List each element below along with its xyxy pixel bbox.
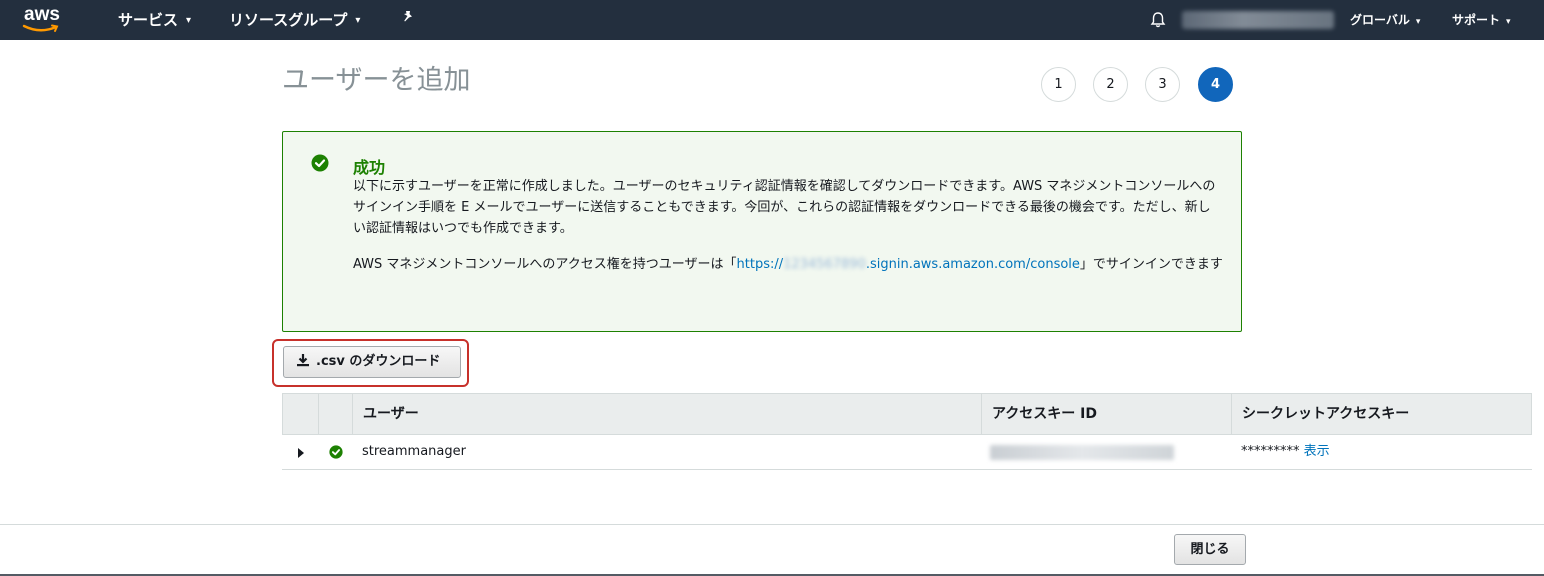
user-name-cell: streammanager [362,444,466,459]
close-button[interactable]: 閉じる [1174,534,1246,565]
secret-key-cell: ********* 表示 [1241,435,1330,469]
region-label: グローバル [1350,13,1410,27]
chevron-down-icon: ▾ [355,14,361,26]
column-header-access-key-id[interactable]: アクセスキー ID [982,394,1232,434]
account-id-redacted: 1234567890 [783,257,866,272]
success-message: 以下に示すユーザーを正常に作成しました。ユーザーのセキュリティ認証情報を確認して… [353,179,1216,236]
table-header: ユーザー アクセスキー ID シークレットアクセスキー [282,393,1532,435]
chevron-down-icon: ▾ [1415,17,1421,27]
access-key-id-redacted [990,445,1174,460]
top-nav: aws サービス ▾ リソースグループ ▾ グローバル ▾ サポート ▾ [0,0,1544,40]
step-3[interactable]: 3 [1145,67,1180,102]
step-4-active[interactable]: 4 [1198,67,1233,102]
column-header-secret-key[interactable]: シークレットアクセスキー [1232,394,1531,434]
support-label: サポート [1452,13,1501,27]
chevron-down-icon: ▾ [186,14,192,26]
check-circle-icon [311,154,329,172]
download-icon [297,354,309,367]
download-csv-button[interactable]: .csv のダウンロード [283,346,461,378]
success-title: 成功 [353,158,386,177]
show-secret-link[interactable]: 表示 [1304,444,1330,459]
aws-logo-text: aws [24,4,60,25]
console-signin-message: AWS マネジメントコンソールへのアクセス権を持つユーザーは「https://1… [353,254,1223,275]
resource-groups-label: リソースグループ [229,11,348,29]
services-menu[interactable]: サービス ▾ [118,0,191,40]
link-end: .signin.aws.amazon.com/console [865,257,1080,272]
link-start: https:// [736,257,784,272]
aws-logo[interactable]: aws [22,4,66,36]
step-2[interactable]: 2 [1093,67,1128,102]
expand-caret-icon[interactable] [297,448,305,458]
check-circle-icon [329,445,343,459]
account-menu-redacted[interactable] [1182,11,1334,29]
console-prefix: AWS マネジメントコンソールへのアクセス権を持つユーザーは「 [353,257,737,272]
region-menu[interactable]: グローバル ▾ [1350,0,1420,40]
footer-divider [0,524,1544,525]
status-column-header [319,394,353,434]
support-menu[interactable]: サポート ▾ [1452,0,1511,40]
services-label: サービス [118,11,179,29]
expand-column-header [283,394,319,434]
resource-groups-menu[interactable]: リソースグループ ▾ [229,0,360,40]
page-title: ユーザーを追加 [282,65,471,96]
success-alert: 成功 以下に示すユーザーを正常に作成しました。ユーザーのセキュリティ認証情報を確… [282,131,1242,332]
pin-icon[interactable] [398,10,418,30]
column-header-user[interactable]: ユーザー [353,394,982,434]
secret-key-mask: ********* [1241,444,1300,459]
console-signin-link[interactable]: https://1234567890.signin.aws.amazon.com… [737,257,1080,272]
download-csv-label: .csv のダウンロード [316,354,441,369]
table-row: streammanager ********* 表示 [282,435,1532,470]
chevron-down-icon: ▾ [1506,17,1511,27]
bell-icon[interactable] [1148,10,1168,30]
step-1[interactable]: 1 [1041,67,1076,102]
console-suffix: 」でサインインできます [1079,257,1223,272]
aws-smile-icon [22,24,59,32]
